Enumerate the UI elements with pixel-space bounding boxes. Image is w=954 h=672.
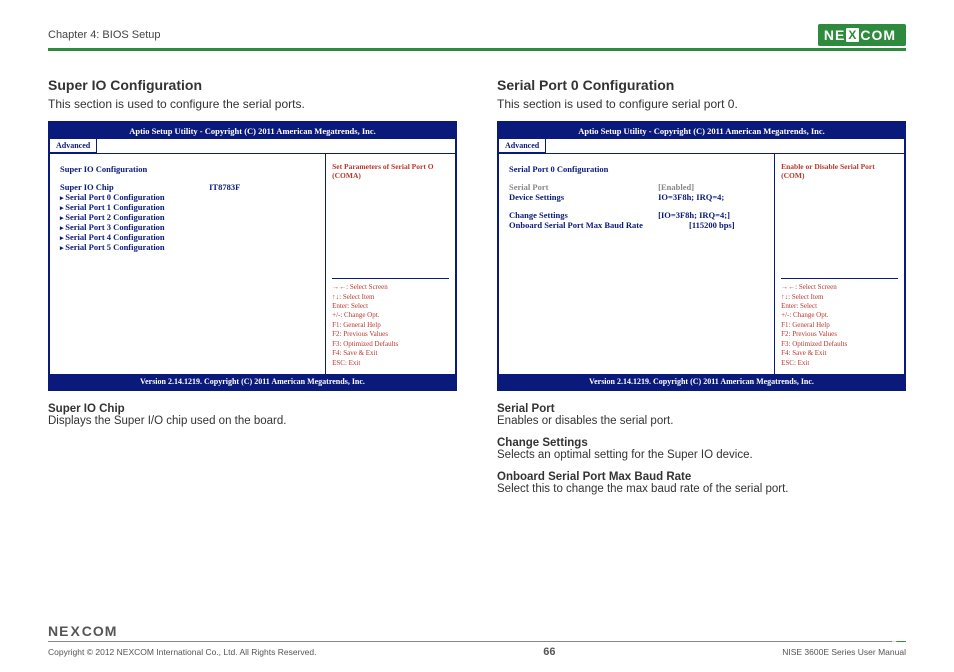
bios-footer: Version 2.14.1219. Copyright (C) 2011 Am…: [50, 374, 455, 389]
help-line: F2: Previous Values: [781, 330, 898, 339]
left-subtitle: This section is used to configure the se…: [48, 97, 457, 111]
bios-menu-item: Serial Port 0 Configuration: [60, 192, 317, 202]
bios-heading: Serial Port 0 Configuration: [509, 164, 766, 174]
help-line: +/-: Change Opt.: [332, 311, 449, 320]
help-line: F3: Optimized Defaults: [332, 340, 449, 349]
help-line: ↑↓: Select Item: [332, 293, 449, 302]
left-title: Super IO Configuration: [48, 77, 457, 93]
bios-help-keys: →←: Select Screen ↑↓: Select Item Enter:…: [332, 278, 449, 368]
right-desc2-title: Change Settings: [497, 437, 906, 449]
bios-row: Serial Port [Enabled]: [509, 182, 766, 192]
bios-top-bar: Aptio Setup Utility - Copyright (C) 2011…: [499, 123, 904, 139]
bios-menu-item: Serial Port 3 Configuration: [60, 222, 317, 232]
right-bios-screenshot: Aptio Setup Utility - Copyright (C) 2011…: [497, 121, 906, 391]
chapter-label: Chapter 4: BIOS Setup: [48, 29, 161, 41]
bios-chip-label: Super IO Chip: [60, 182, 209, 192]
left-desc1-title: Super IO Chip: [48, 403, 457, 415]
brand-logo: NEXCOM: [818, 24, 906, 46]
bios-row-value: [IO=3F8h; IRQ=4;]: [658, 210, 766, 220]
bios-menu-item: Serial Port 5 Configuration: [60, 242, 317, 252]
bios-chip-row: Super IO Chip IT8783F: [60, 182, 317, 192]
help-line: Enter: Select: [332, 302, 449, 311]
bios-main-panel: Super IO Configuration Super IO Chip IT8…: [50, 154, 326, 374]
right-title: Serial Port 0 Configuration: [497, 77, 906, 93]
bios-menu-item: Serial Port 4 Configuration: [60, 232, 317, 242]
bios-tab-advanced: Advanced: [50, 139, 97, 153]
right-column: Serial Port 0 Configuration This section…: [497, 77, 906, 503]
help-line: F2: Previous Values: [332, 330, 449, 339]
right-desc1-body: Enables or disables the serial port.: [497, 415, 906, 427]
bios-menu-item: Serial Port 1 Configuration: [60, 202, 317, 212]
content-columns: Super IO Configuration This section is u…: [48, 77, 906, 503]
page-number: 66: [543, 646, 555, 658]
help-line: →←: Select Screen: [332, 283, 449, 292]
left-bios-screenshot: Aptio Setup Utility - Copyright (C) 2011…: [48, 121, 457, 391]
bios-row-value: IO=3F8h; IRQ=4;: [658, 192, 766, 202]
bios-tab-advanced: Advanced: [499, 139, 546, 153]
footer-copyright: Copyright © 2012 NEXCOM International Co…: [48, 647, 316, 657]
footer-logo: NEXCOM: [48, 623, 906, 639]
bios-row-value: [Enabled]: [658, 182, 766, 192]
bios-menu-item: Serial Port 2 Configuration: [60, 212, 317, 222]
bios-row: Device Settings IO=3F8h; IRQ=4;: [509, 192, 766, 202]
bios-footer: Version 2.14.1219. Copyright (C) 2011 Am…: [499, 374, 904, 389]
help-line: F4: Save & Exit: [332, 349, 449, 358]
bios-help-panel: Enable or Disable Serial Port (COM) →←: …: [775, 154, 904, 374]
help-line: F3: Optimized Defaults: [781, 340, 898, 349]
page-header: Chapter 4: BIOS Setup NEXCOM: [48, 24, 906, 46]
footer-manual: NISE 3600E Series User Manual: [782, 647, 906, 657]
bios-row: Onboard Serial Port Max Baud Rate [11520…: [509, 220, 766, 230]
page-footer: NEXCOM Copyright © 2012 NEXCOM Internati…: [48, 623, 906, 658]
right-subtitle: This section is used to configure serial…: [497, 97, 906, 111]
bios-main-panel: Serial Port 0 Configuration Serial Port …: [499, 154, 775, 374]
help-line: F4: Save & Exit: [781, 349, 898, 358]
bios-row-value: [115200 bps]: [689, 220, 766, 230]
right-desc3-body: Select this to change the max baud rate …: [497, 483, 906, 495]
bios-tab-row: Advanced: [50, 139, 455, 154]
help-line: ESC: Exit: [781, 359, 898, 368]
bios-help-top: Enable or Disable Serial Port (COM): [781, 162, 898, 180]
footer-rule: [48, 641, 906, 642]
right-desc1-title: Serial Port: [497, 403, 906, 415]
left-column: Super IO Configuration This section is u…: [48, 77, 457, 503]
right-desc3-title: Onboard Serial Port Max Baud Rate: [497, 471, 906, 483]
help-line: →←: Select Screen: [781, 283, 898, 292]
help-line: ↑↓: Select Item: [781, 293, 898, 302]
bios-help-top: Set Parameters of Serial Port O (COMA): [332, 162, 449, 180]
help-line: +/-: Change Opt.: [781, 311, 898, 320]
bios-row-label: Device Settings: [509, 192, 658, 202]
bios-row-label: Serial Port: [509, 182, 658, 192]
right-desc2-body: Selects an optimal setting for the Super…: [497, 449, 906, 461]
bios-chip-value: IT8783F: [209, 182, 317, 192]
bios-row-label: Onboard Serial Port Max Baud Rate: [509, 220, 689, 230]
bios-help-panel: Set Parameters of Serial Port O (COMA) →…: [326, 154, 455, 374]
help-line: ESC: Exit: [332, 359, 449, 368]
bios-help-keys: →←: Select Screen ↑↓: Select Item Enter:…: [781, 278, 898, 368]
help-line: F1: General Help: [332, 321, 449, 330]
bios-top-bar: Aptio Setup Utility - Copyright (C) 2011…: [50, 123, 455, 139]
bios-row: Change Settings [IO=3F8h; IRQ=4;]: [509, 210, 766, 220]
bios-tab-row: Advanced: [499, 139, 904, 154]
help-line: Enter: Select: [781, 302, 898, 311]
help-line: F1: General Help: [781, 321, 898, 330]
left-desc1-body: Displays the Super I/O chip used on the …: [48, 415, 457, 427]
header-rule: [48, 48, 906, 51]
bios-heading: Super IO Configuration: [60, 164, 317, 174]
bios-row-label: Change Settings: [509, 210, 658, 220]
